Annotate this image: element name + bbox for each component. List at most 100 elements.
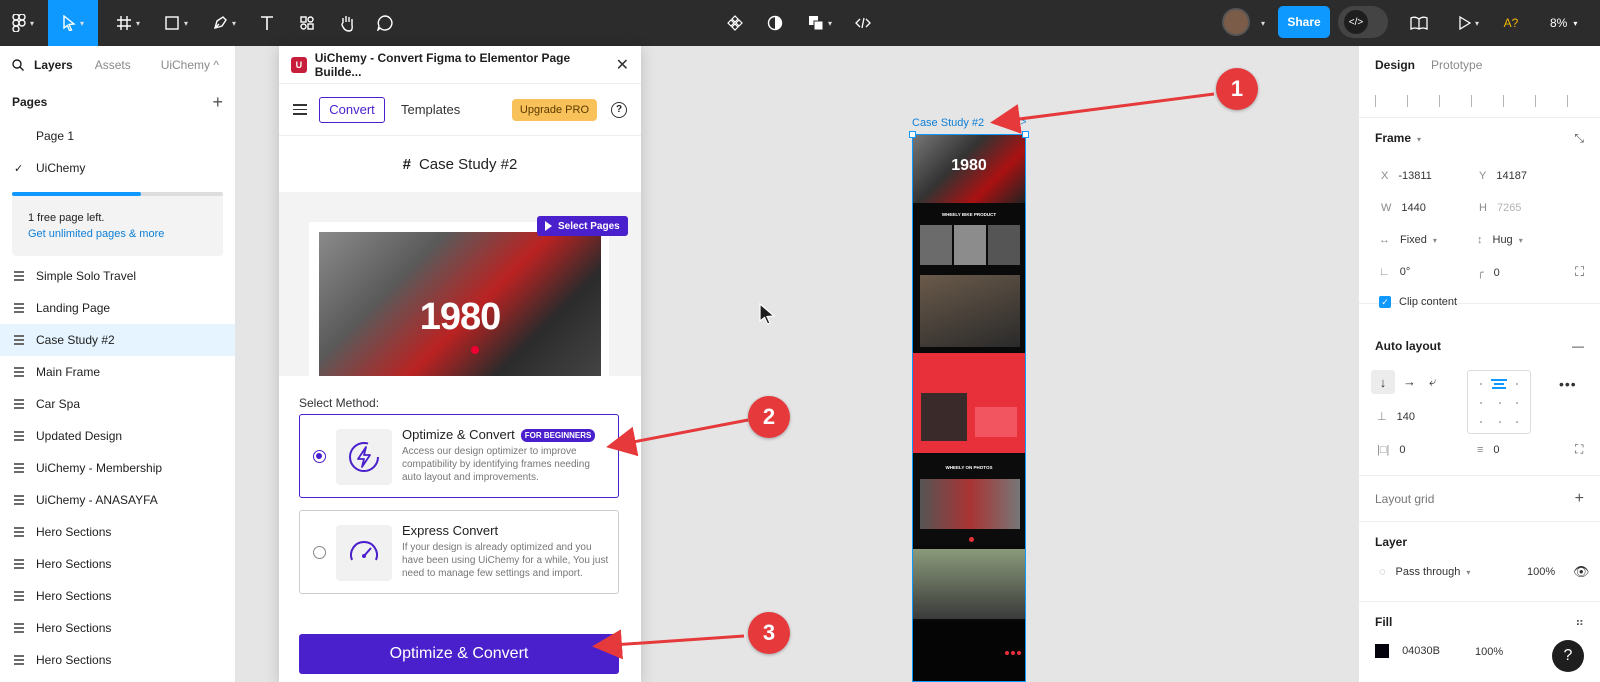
clip-content-checkbox[interactable]: ✓ Clip content: [1379, 296, 1457, 309]
align-right-icon[interactable]: [1439, 94, 1453, 107]
alignment-grid[interactable]: [1467, 370, 1531, 434]
share-button[interactable]: Share: [1278, 6, 1330, 38]
direction-horizontal-icon[interactable]: →: [1403, 374, 1416, 389]
layer-opacity-field[interactable]: 100%: [1527, 566, 1555, 578]
layer-item[interactable]: UiChemy - Membership: [0, 452, 235, 484]
font-warning-icon[interactable]: A?: [1496, 0, 1526, 46]
independent-corners-icon[interactable]: ⛶: [1575, 264, 1584, 280]
width-mode-select[interactable]: ↔ Fixed ▾: [1379, 234, 1437, 246]
layer-item[interactable]: Hero Sections: [0, 612, 235, 644]
align-left-icon[interactable]: [1375, 94, 1389, 107]
add-page-icon[interactable]: +: [212, 92, 223, 113]
tab-layers[interactable]: Layers: [34, 58, 73, 72]
resources-tool-button[interactable]: [290, 0, 324, 46]
dev-mode-toggle[interactable]: </>: [1338, 6, 1388, 38]
layer-item[interactable]: Main Frame: [0, 356, 235, 388]
frame-code-icon[interactable]: </>: [1012, 117, 1026, 128]
text-tool-button[interactable]: [250, 0, 284, 46]
fill-row[interactable]: 04030B: [1375, 644, 1440, 658]
gap-field[interactable]: ⊥ 140: [1377, 410, 1415, 423]
horizontal-padding-field[interactable]: |□| 0: [1377, 444, 1405, 456]
page-item[interactable]: Page 1: [0, 120, 235, 152]
canvas-frame-label[interactable]: Case Study #2: [912, 117, 984, 129]
layer-item[interactable]: UiChemy - ANASAYFA: [0, 484, 235, 516]
layer-item[interactable]: Case Study #2: [0, 324, 235, 356]
align-center-v-icon[interactable]: [1503, 94, 1517, 107]
get-unlimited-link[interactable]: Get unlimited pages & more: [28, 228, 207, 240]
align-top-icon[interactable]: [1471, 94, 1485, 107]
boolean-button[interactable]: ▾: [800, 0, 840, 46]
shape-tool-button[interactable]: ▾: [156, 0, 196, 46]
dev-code-button[interactable]: [848, 0, 878, 46]
tab-design[interactable]: Design: [1375, 58, 1415, 72]
tab-plugin-pages[interactable]: UiChemy ^: [161, 58, 219, 72]
library-button[interactable]: [1404, 0, 1434, 46]
vertical-padding-field[interactable]: ≡ 0: [1477, 444, 1500, 456]
more-options-icon[interactable]: •••: [1559, 376, 1577, 392]
help-button[interactable]: ?: [1552, 640, 1584, 672]
align-center-h-icon[interactable]: [1407, 94, 1421, 107]
comment-tool-button[interactable]: [368, 0, 402, 46]
layer-item[interactable]: Landing Page: [0, 292, 235, 324]
component-button[interactable]: [720, 0, 750, 46]
select-pages-button[interactable]: Select Pages: [537, 216, 628, 236]
optimize-convert-button[interactable]: Optimize & Convert: [299, 634, 619, 674]
option-express-convert[interactable]: Express Convert If your design is alread…: [299, 510, 619, 594]
layer-item[interactable]: Hero Sections: [0, 644, 235, 676]
close-icon[interactable]: ✕: [616, 55, 629, 75]
layer-item[interactable]: Hero Sections: [0, 516, 235, 548]
width-field[interactable]: W 1440: [1381, 202, 1426, 214]
figma-menu-button[interactable]: ▾: [0, 0, 46, 46]
help-icon[interactable]: ?: [611, 101, 627, 118]
layer-item[interactable]: Hero Sections: [0, 580, 235, 612]
eye-icon[interactable]: 👁: [1573, 564, 1590, 580]
chevron-down-icon[interactable]: ▾: [1417, 135, 1421, 144]
blend-mode-select[interactable]: ◌ Pass through ▾: [1379, 566, 1470, 578]
search-icon[interactable]: [12, 59, 24, 71]
avatar[interactable]: [1222, 8, 1250, 36]
align-bottom-icon[interactable]: [1535, 94, 1549, 107]
option-optimize-convert[interactable]: Optimize & Convert FOR BEGINNERS Access o…: [299, 414, 619, 498]
fill-styles-icon[interactable]: ⠶: [1575, 615, 1584, 629]
move-tool-button[interactable]: ▾: [48, 0, 98, 46]
corner-radius-field[interactable]: ╭ 0: [1477, 266, 1500, 279]
x-field[interactable]: X -13811: [1381, 170, 1432, 182]
direction-vertical-icon[interactable]: ↓: [1371, 370, 1395, 394]
rotation-field[interactable]: ∟ 0°: [1379, 266, 1410, 278]
upgrade-pro-button[interactable]: Upgrade PRO: [511, 98, 597, 121]
resize-handle[interactable]: [909, 131, 916, 138]
tab-assets[interactable]: Assets: [95, 58, 131, 72]
present-button[interactable]: ▾: [1452, 0, 1486, 46]
page-item[interactable]: ✓ UiChemy: [0, 152, 235, 184]
hamburger-menu-icon[interactable]: [293, 101, 307, 118]
padding-options-icon[interactable]: ⛶: [1575, 442, 1583, 457]
layer-item[interactable]: Car Spa: [0, 388, 235, 420]
layer-item[interactable]: Updated Design: [0, 420, 235, 452]
avatar-chevron-down-icon[interactable]: ▾: [1254, 0, 1268, 46]
add-layout-grid-icon[interactable]: +: [1575, 490, 1584, 508]
resize-handle[interactable]: [1022, 131, 1029, 138]
remove-auto-layout-icon[interactable]: —: [1572, 339, 1584, 353]
resize-to-fit-icon[interactable]: ⤡: [1574, 131, 1584, 146]
layer-item[interactable]: Simple Solo Travel: [0, 260, 235, 292]
frame-section-title[interactable]: Frame: [1375, 131, 1411, 145]
wrap-icon[interactable]: ⤶: [1429, 374, 1436, 390]
radio-optimize[interactable]: [313, 450, 326, 463]
hand-tool-button[interactable]: [330, 0, 364, 46]
fill-opacity-field[interactable]: 100%: [1475, 646, 1503, 658]
tab-convert[interactable]: Convert: [319, 96, 385, 123]
mask-button[interactable]: [760, 0, 790, 46]
y-field[interactable]: Y 14187: [1479, 170, 1527, 182]
canvas-frame-case-study[interactable]: 1980 WHEELY BIKE PRODUCT WHEELY ON PHOTO…: [912, 134, 1026, 682]
frame-tool-button[interactable]: ▾: [108, 0, 148, 46]
radio-express[interactable]: [313, 546, 326, 559]
tab-prototype[interactable]: Prototype: [1431, 58, 1482, 72]
height-field[interactable]: H 7265: [1479, 202, 1521, 214]
distribute-icon[interactable]: [1567, 94, 1581, 107]
pen-tool-button[interactable]: ▾: [204, 0, 244, 46]
zoom-level[interactable]: 8% ▾: [1550, 0, 1577, 46]
tab-templates[interactable]: Templates: [401, 102, 460, 117]
fill-swatch[interactable]: [1375, 644, 1389, 658]
layer-item[interactable]: Hero Sections: [0, 548, 235, 580]
height-mode-select[interactable]: ↕ Hug ▾: [1477, 234, 1523, 246]
